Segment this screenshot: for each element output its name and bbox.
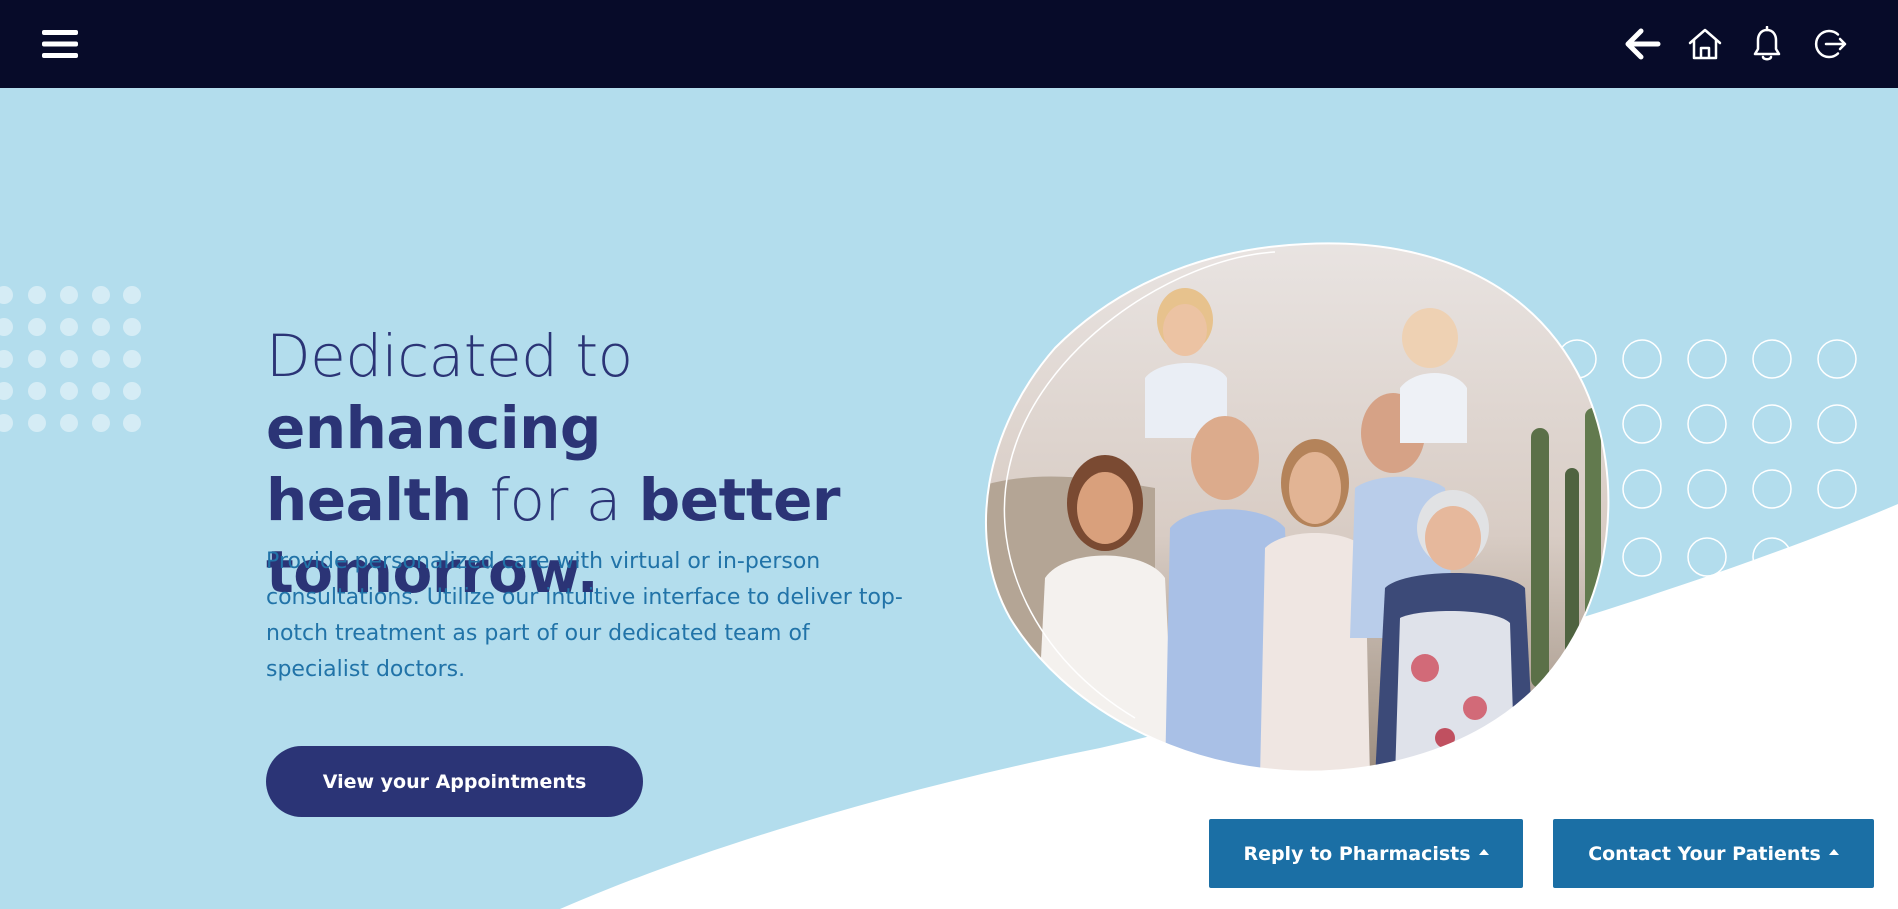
headline-emphasis: better bbox=[638, 466, 841, 534]
family-photo bbox=[975, 238, 1640, 778]
view-appointments-button[interactable]: View your Appointments bbox=[266, 746, 643, 817]
contact-your-patients-label: Contact Your Patients bbox=[1588, 842, 1821, 865]
contact-your-patients-button[interactable]: Contact Your Patients bbox=[1553, 819, 1874, 888]
headline-emphasis: enhancing bbox=[266, 394, 601, 462]
logout-icon[interactable] bbox=[1806, 20, 1854, 68]
caret-up-icon bbox=[1478, 848, 1489, 855]
reply-to-pharmacists-button[interactable]: Reply to Pharmacists bbox=[1209, 819, 1523, 888]
page: Dedicated to enhancing health for a bett… bbox=[0, 0, 1898, 909]
reply-to-pharmacists-label: Reply to Pharmacists bbox=[1243, 842, 1471, 865]
headline-part: for a bbox=[471, 466, 639, 534]
caret-up-icon bbox=[1828, 848, 1839, 855]
bell-icon[interactable] bbox=[1743, 20, 1791, 68]
hero-description: Provide personalized care with virtual o… bbox=[266, 549, 903, 682]
menu-icon[interactable] bbox=[36, 20, 84, 68]
top-navigation-bar bbox=[0, 0, 1898, 88]
home-icon[interactable] bbox=[1681, 20, 1729, 68]
back-arrow-icon[interactable] bbox=[1618, 20, 1666, 68]
headline-emphasis: health bbox=[266, 466, 472, 534]
headline-part: Dedicated to bbox=[266, 322, 633, 390]
